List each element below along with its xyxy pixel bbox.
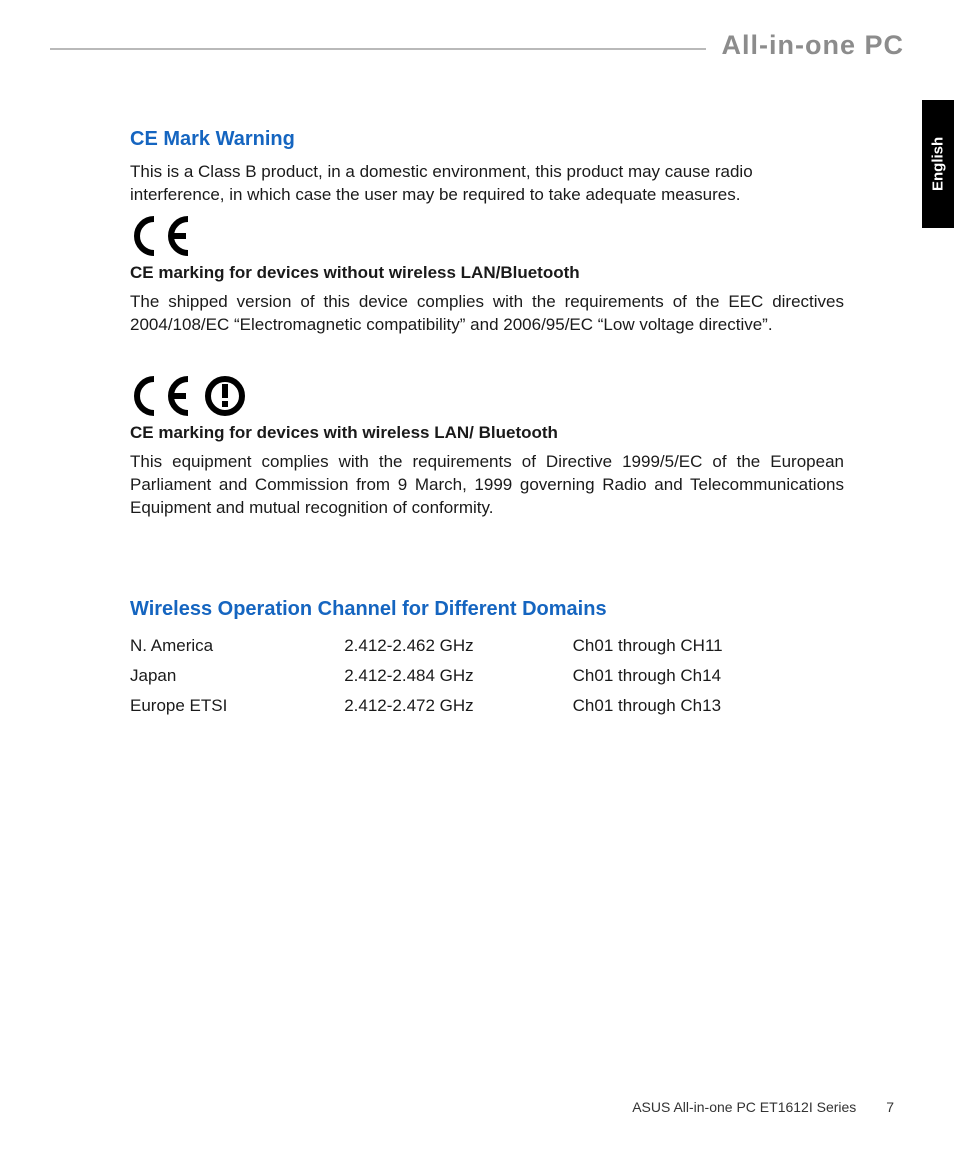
channel-cell: Ch01 through CH11 (573, 631, 844, 661)
ce-sub1-heading: CE marking for devices without wireless … (130, 263, 844, 283)
ce-sub1-body: The shipped version of this device compl… (130, 291, 844, 337)
freq-cell: 2.412-2.472 GHz (344, 691, 572, 721)
channel-cell: Ch01 through Ch13 (573, 691, 844, 721)
ce-mark-icon-row-1 (130, 215, 844, 257)
page-footer: ASUS All-in-one PC ET1612I Series 7 (632, 1099, 894, 1115)
ce-mark-warning-heading: CE Mark Warning (130, 128, 844, 151)
spacer (130, 526, 844, 598)
page: All-in-one PC English CE Mark Warning Th… (0, 0, 954, 1155)
content-area: CE Mark Warning This is a Class B produc… (50, 128, 904, 721)
ce-mark-warning-intro: This is a Class B product, in a domestic… (130, 161, 844, 207)
region-cell: Europe ETSI (130, 691, 344, 721)
footer-text: ASUS All-in-one PC ET1612I Series (632, 1099, 856, 1115)
ce-mark-icon (130, 215, 198, 257)
spacer (130, 343, 844, 367)
region-cell: N. America (130, 631, 344, 661)
product-line-title: All-in-one PC (706, 30, 905, 61)
wireless-heading: Wireless Operation Channel for Different… (130, 598, 844, 621)
ce-sub2-body: This equipment complies with the require… (130, 451, 844, 520)
alert-circle-icon (204, 375, 246, 417)
freq-cell: 2.412-2.462 GHz (344, 631, 572, 661)
product-line-text: All-in-one PC (722, 30, 905, 60)
wireless-channels-table: N. America 2.412-2.462 GHz Ch01 through … (130, 631, 844, 721)
table-row: Europe ETSI 2.412-2.472 GHz Ch01 through… (130, 691, 844, 721)
language-tab: English (922, 100, 954, 228)
language-tab-label: English (930, 137, 947, 191)
page-number: 7 (886, 1099, 894, 1115)
ce-mark-icon-row-2 (130, 375, 844, 417)
table-row: N. America 2.412-2.462 GHz Ch01 through … (130, 631, 844, 661)
table-row: Japan 2.412-2.484 GHz Ch01 through Ch14 (130, 661, 844, 691)
header-band: All-in-one PC (50, 30, 904, 68)
ce-mark-icon (130, 375, 198, 417)
ce-sub2-heading: CE marking for devices with wireless LAN… (130, 423, 844, 443)
channel-cell: Ch01 through Ch14 (573, 661, 844, 691)
freq-cell: 2.412-2.484 GHz (344, 661, 572, 691)
region-cell: Japan (130, 661, 344, 691)
